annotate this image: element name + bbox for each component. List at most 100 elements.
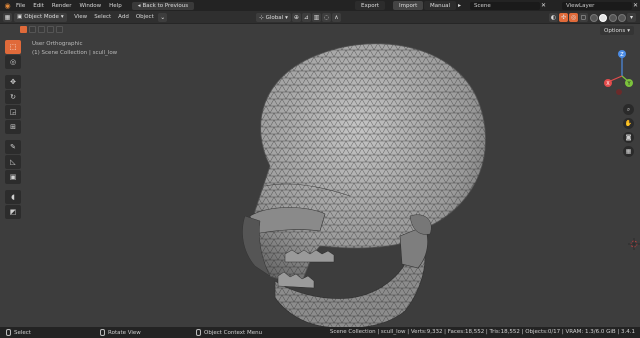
object-extra-icon[interactable]: ⌄ xyxy=(158,12,168,22)
spin-tool-icon[interactable]: ◩ xyxy=(5,205,21,219)
back-arrow-icon: ◂ xyxy=(137,2,141,9)
select-new-button[interactable] xyxy=(20,26,27,33)
add-cube-tool-icon[interactable]: ▣ xyxy=(5,170,21,184)
shading-options-icon[interactable]: ▾ xyxy=(627,13,636,22)
visibility-icon[interactable]: ◐ xyxy=(549,13,558,22)
viewport-info: User Orthographic (1) Scene Collection |… xyxy=(32,40,117,58)
orientation-icon: ⊹ xyxy=(259,14,264,21)
chevron-down-icon: ▾ xyxy=(285,14,288,21)
left-mouse-icon xyxy=(6,329,11,336)
select-box-tool-icon[interactable]: ⬚ xyxy=(5,40,21,54)
select-intersect-button[interactable] xyxy=(47,26,54,33)
camera-icon[interactable]: ◙ xyxy=(623,132,634,143)
move-tool-icon[interactable]: ✥ xyxy=(5,75,21,89)
orientation-label: Global xyxy=(265,14,284,21)
status-bar: Select Rotate View Object Context Menu S… xyxy=(0,327,640,338)
status-context: Object Context Menu xyxy=(196,329,262,336)
tab-import[interactable]: Import xyxy=(393,1,424,10)
3d-viewport[interactable]: User Orthographic (1) Scene Collection |… xyxy=(0,24,640,327)
status-rotate-label: Rotate View xyxy=(108,329,141,336)
material-shading-button[interactable] xyxy=(608,13,617,22)
scene-selector[interactable]: Scene xyxy=(470,1,540,10)
rotate-tool-icon[interactable]: ↻ xyxy=(5,90,21,104)
blender-logo-icon[interactable]: ◉ xyxy=(3,1,12,10)
menu-render[interactable]: Render xyxy=(48,3,76,9)
skull-mesh-object[interactable] xyxy=(230,36,520,327)
tab-export[interactable]: Export xyxy=(355,1,386,10)
select-subtract-button[interactable] xyxy=(38,26,45,33)
shading-controls: ◐ ✣ ◎ ▢ ▾ xyxy=(548,13,636,22)
collection-info: (1) Scene Collection | scull_low xyxy=(32,50,118,56)
scene-close-icon[interactable]: ✕ xyxy=(541,2,546,9)
menu-file[interactable]: File xyxy=(12,3,29,9)
orientation-dropdown[interactable]: ⊹ Global ▾ xyxy=(256,13,291,22)
pan-hand-icon[interactable]: ✋ xyxy=(623,118,634,129)
navigation-gizmo[interactable]: Z X Y xyxy=(604,48,634,98)
tab-manual[interactable]: Manual xyxy=(424,1,456,10)
mode-label: Object Mode xyxy=(24,14,59,20)
viewlayer-close-icon[interactable]: ✕ xyxy=(633,2,638,9)
proportional-edit-icon[interactable]: ◌ xyxy=(321,13,331,22)
menu-select[interactable]: Select xyxy=(91,14,115,20)
scale-tool-icon[interactable]: ◲ xyxy=(5,105,21,119)
menu-add[interactable]: Add xyxy=(115,14,133,20)
transform-controls: ⊹ Global ▾ ⊕ ⊿ ▥ ◌ ∧ xyxy=(254,13,341,22)
snap-icon[interactable]: ⊿ xyxy=(301,13,311,22)
3d-cursor-icon xyxy=(628,238,640,250)
falloff-icon[interactable]: ∧ xyxy=(331,13,341,22)
rendered-shading-button[interactable] xyxy=(618,13,626,22)
options-dropdown[interactable]: Options ▾ xyxy=(600,26,634,35)
mode-dropdown[interactable]: ▣ Object Mode ▾ xyxy=(14,12,67,22)
export-label: Export xyxy=(361,2,380,9)
viewlayer-value: ViewLayer xyxy=(566,2,595,9)
annotate-tool-icon[interactable]: ✎ xyxy=(5,140,21,154)
navigation-buttons: ⌕ ✋ ◙ ▦ xyxy=(623,104,634,157)
back-to-previous-button[interactable]: ◂ Back to Previous xyxy=(131,1,195,10)
status-rotate: Rotate View xyxy=(100,329,141,336)
chevron-down-icon: ▾ xyxy=(627,27,630,34)
cursor-tool-icon[interactable]: ◎ xyxy=(5,55,21,69)
perspective-grid-icon[interactable]: ▦ xyxy=(623,146,634,157)
top-menu-bar: ◉ File Edit Render Window Help ◂ Back to… xyxy=(0,0,640,11)
selection-mode-buttons xyxy=(20,26,63,33)
viewlayer-selector[interactable]: ViewLayer xyxy=(562,1,632,10)
options-label: Options xyxy=(604,27,626,34)
middle-mouse-icon xyxy=(100,329,105,336)
right-mouse-icon xyxy=(196,329,201,336)
import-label: Import xyxy=(399,2,418,9)
overlays-icon[interactable]: ◎ xyxy=(569,13,578,22)
measure-tool-icon[interactable]: ◺ xyxy=(5,155,21,169)
menu-view[interactable]: View xyxy=(71,14,91,20)
menu-edit[interactable]: Edit xyxy=(29,3,48,9)
menu-help[interactable]: Help xyxy=(105,3,126,9)
mode-icon: ▣ xyxy=(17,14,23,20)
wireframe-shading-button[interactable] xyxy=(589,13,598,22)
manual-label: Manual xyxy=(430,2,450,9)
z-axis-label: Z xyxy=(620,52,624,58)
select-invert-button[interactable] xyxy=(56,26,63,33)
pivot-icon[interactable]: ⊕ xyxy=(291,13,301,22)
scene-statistics: Scene Collection | scull_low | Verts:9,3… xyxy=(329,329,635,335)
tool-shelf: ⬚ ◎ ✥ ↻ ◲ ⊞ ✎ ◺ ▣ ◖ ◩ xyxy=(5,40,21,219)
transform-tool-icon[interactable]: ⊞ xyxy=(5,120,21,134)
shrink-tool-icon[interactable]: ◖ xyxy=(5,190,21,204)
scene-value: Scene xyxy=(474,2,491,9)
x-axis-label: X xyxy=(606,81,610,87)
status-select: Select xyxy=(6,329,31,336)
tab-more-icon[interactable]: ▸ xyxy=(458,2,461,9)
menu-object[interactable]: Object xyxy=(132,14,157,20)
viewport-header: ▦ ▣ Object Mode ▾ View Select Add Object… xyxy=(0,11,640,24)
view-name: User Orthographic xyxy=(32,41,83,47)
xray-icon[interactable]: ▢ xyxy=(579,13,588,22)
back-to-previous-label: Back to Previous xyxy=(142,2,189,9)
neg-x-axis-handle[interactable] xyxy=(616,89,622,95)
zoom-icon[interactable]: ⌕ xyxy=(623,104,634,115)
snap-target-icon[interactable]: ▥ xyxy=(311,13,321,22)
gizmo-toggle-icon[interactable]: ✣ xyxy=(559,13,568,22)
select-extend-button[interactable] xyxy=(29,26,36,33)
menu-window[interactable]: Window xyxy=(75,3,105,9)
solid-shading-button[interactable] xyxy=(599,13,607,22)
editor-type-icon[interactable]: ▦ xyxy=(3,12,12,22)
status-select-label: Select xyxy=(14,329,31,336)
status-context-label: Object Context Menu xyxy=(204,329,263,336)
